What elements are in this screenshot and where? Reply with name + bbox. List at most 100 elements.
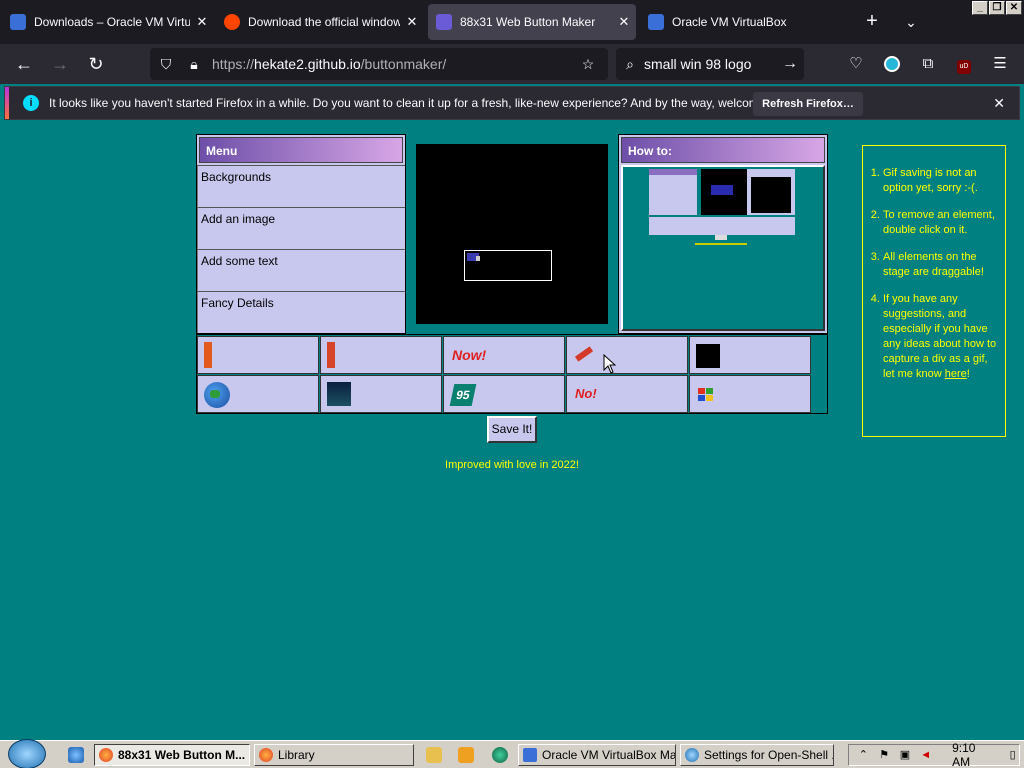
folder-icon[interactable] [426,747,442,763]
url-bar[interactable]: ⛉ 🔒︎ https://hekate2.github.io/buttonmak… [150,48,608,80]
black-square-icon [696,344,720,368]
list-all-tabs-chevron-icon[interactable]: ⌄ [900,10,922,34]
search-bar[interactable]: ⌕ small win 98 logo → [616,48,804,80]
contact-link[interactable]: here [945,368,967,380]
gallery-item-no[interactable]: No! [566,375,688,413]
start-button-orb-icon[interactable] [8,739,46,768]
footer-text: Improved with love in 2022! [445,459,579,471]
button-preview-88x31[interactable] [464,250,552,281]
stage-container [406,134,618,334]
url-text[interactable]: https://hekate2.github.io/buttonmaker/ [212,56,572,72]
notification-stripe [5,87,9,119]
gallery-item-win95[interactable]: 95 [443,375,565,413]
show-desktop-icon[interactable]: ▯ [1006,748,1019,762]
close-window-button[interactable]: ✕ [1006,1,1022,15]
tracking-shield-icon[interactable]: ⛉ [154,56,178,73]
account-avatar-icon[interactable] [882,54,902,74]
gallery-item-now[interactable]: Now! [443,336,565,374]
tab-title: Oracle VM VirtualBox [672,15,787,29]
bookmark-star-icon[interactable]: ☆ [576,56,600,73]
howto-title: How to: [621,137,825,163]
pocket-icon[interactable]: ♡ [846,54,866,74]
menu-panel: Menu Backgrounds Add an image Add some t… [196,134,406,334]
extensions-puzzle-icon[interactable]: ⧉ [918,54,938,74]
search-icon: ⌕ [626,55,634,72]
gallery-item-feather[interactable] [566,336,688,374]
howto-screenshot-image [621,165,825,331]
task-virtualbox[interactable]: Oracle VM VirtualBox Ma... [518,744,676,766]
gallery-item-html5[interactable] [197,336,319,374]
media-player-icon[interactable] [458,747,474,763]
search-input[interactable]: small win 98 logo [644,56,776,72]
tab-virtualbox[interactable]: Oracle VM VirtualBox [640,4,852,40]
close-tab-icon[interactable]: ✕ [190,14,214,30]
task-open-shell-settings[interactable]: Settings for Open-Shell ... [680,744,834,766]
minimize-button[interactable]: _ [972,1,988,15]
save-it-button[interactable]: Save It! [487,416,537,443]
task-library[interactable]: Library [254,744,414,766]
menu-item-add-text[interactable]: Add some text [197,249,405,291]
menu-item-add-image[interactable]: Add an image [197,207,405,249]
element-gallery: Now! 95 No! [196,334,828,414]
task-label: 88x31 Web Button M... [118,748,246,762]
tip-text: If you have any suggestions, and especia… [883,293,997,380]
reload-icon[interactable]: ↻ [84,52,108,76]
task-label: Oracle VM VirtualBox Ma... [542,748,676,762]
tips-list: Gif saving is not an option yet, sorry :… [869,166,997,382]
night-scene-icon [327,382,351,406]
tip-item: To remove an element, double click on it… [883,208,997,238]
restore-button[interactable]: ❐ [989,1,1005,15]
volume-muted-icon[interactable]: ◄ [919,748,932,762]
navigation-toolbar: ← → ↻ ⛉ 🔒︎ https://hekate2.github.io/but… [0,44,1024,84]
green-app-icon[interactable] [492,747,508,763]
stage-element[interactable] [467,253,480,261]
mouse-cursor-icon [603,354,617,374]
tab-downloads[interactable]: Downloads – Oracle VM VirtualBox ✕ [2,4,214,40]
tab-bar: Downloads – Oracle VM VirtualBox ✕ Downl… [0,0,1024,44]
tip-tail: ! [966,368,970,380]
firefox-icon [259,748,273,762]
gallery-item-windows-flag[interactable] [689,375,811,413]
gallery-item-night[interactable] [320,375,442,413]
tab-title: 88x31 Web Button Maker [460,15,596,29]
refresh-firefox-button[interactable]: Refresh Firefox… [753,92,863,116]
menu-title: Menu [199,137,403,163]
menu-item-backgrounds[interactable]: Backgrounds [197,165,405,207]
close-notification-icon[interactable]: ✕ [993,95,1005,112]
tab-title: Downloads – Oracle VM VirtualBox [34,15,190,29]
stage [416,144,608,324]
new-tab-plus-icon[interactable]: + [860,10,884,34]
action-center-flag-icon[interactable]: ⚑ [878,748,891,762]
search-go-arrow-icon[interactable]: → [776,55,804,73]
tab-button-maker[interactable]: 88x31 Web Button Maker ✕ [428,4,636,40]
gallery-item-globe[interactable] [197,375,319,413]
hamburger-menu-icon[interactable]: ☰ [990,54,1010,74]
internet-explorer-icon[interactable] [68,747,84,763]
info-icon: i [23,95,39,111]
close-tab-icon[interactable]: ✕ [612,14,636,30]
forward-arrow-icon[interactable]: → [48,52,72,76]
back-arrow-icon[interactable]: ← [12,52,36,76]
tab-download-windows[interactable]: Download the official windows 7 ✕ [216,4,424,40]
virtualbox-favicon-icon [10,14,26,30]
task-button-maker[interactable]: 88x31 Web Button M... [94,744,250,766]
gallery-item-square[interactable] [689,336,811,374]
howto-panel: How to: [618,134,828,334]
network-icon[interactable]: ▣ [899,748,912,762]
button-maker-favicon-icon [436,14,452,30]
gallery-item-www[interactable] [320,336,442,374]
clock[interactable]: 9:10 AM [952,741,992,768]
ublock-origin-icon[interactable]: uD [954,54,974,74]
www-badge-icon [327,342,335,368]
task-label: Settings for Open-Shell ... [704,748,834,762]
close-tab-icon[interactable]: ✕ [400,14,424,30]
tips-sidebar: Gif saving is not an option yet, sorry :… [862,145,1006,437]
tab-title: Download the official windows 7 [248,15,400,29]
tip-item: All elements on the stage are draggable! [883,250,997,280]
menu-item-fancy-details[interactable]: Fancy Details [197,291,405,333]
tray-expand-chevron-icon[interactable]: ⌃ [857,748,870,762]
system-tray: ⌃ ⚑ ▣ ◄ 9:10 AM ▯ [848,741,1020,768]
lock-icon[interactable]: 🔒︎ [182,56,206,73]
red-feather-icon [574,346,594,362]
task-label: Library [278,748,315,762]
